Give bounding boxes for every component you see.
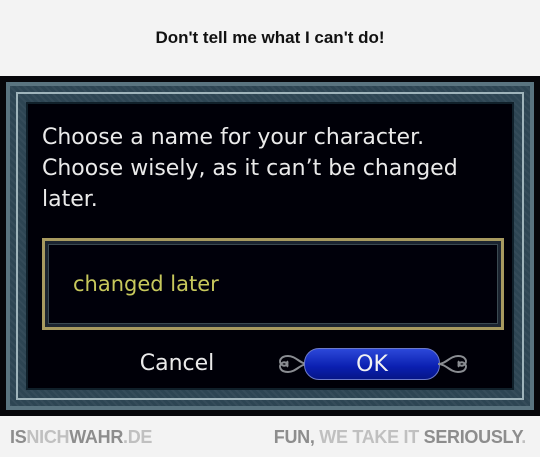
slogan-part: WE TAKE IT [314,427,424,447]
site-part: WAHR [69,427,124,447]
meme-title: Don't tell me what I can't do! [0,0,540,76]
ok-button[interactable]: OK [304,348,440,380]
game-screenshot: Choose a name for your character. Choose… [0,76,540,416]
site-watermark: ISNICHWAHR.DE [10,427,152,448]
ok-button-group: OK [268,344,478,384]
watermark-footer: ISNICHWAHR.DE FUN, WE TAKE IT SERIOUSLY. [0,416,540,457]
slogan-part: SERIOUSLY [423,427,522,447]
dialog-prompt: Choose a name for your character. Choose… [42,122,512,215]
slogan-part: FUN, [273,427,315,447]
slogan-part: . [521,427,526,447]
site-part: .DE [123,427,153,447]
character-name-input[interactable] [71,271,455,297]
slogan-watermark: FUN, WE TAKE IT SERIOUSLY. [273,427,527,448]
site-part: NICH [26,427,70,447]
character-name-field-inner [48,244,498,324]
prompt-line: Choose wisely, as it can’t be changed [42,156,458,181]
name-dialog: Choose a name for your character. Choose… [26,102,514,390]
prompt-line: later. [42,187,98,212]
prompt-line: Choose a name for your character. [42,125,425,150]
site-part: IS [10,427,27,447]
dialog-frame: Choose a name for your character. Choose… [6,82,534,410]
character-name-field [42,238,504,330]
scroll-ornament-icon [437,354,467,374]
cancel-button[interactable]: Cancel [112,344,242,382]
